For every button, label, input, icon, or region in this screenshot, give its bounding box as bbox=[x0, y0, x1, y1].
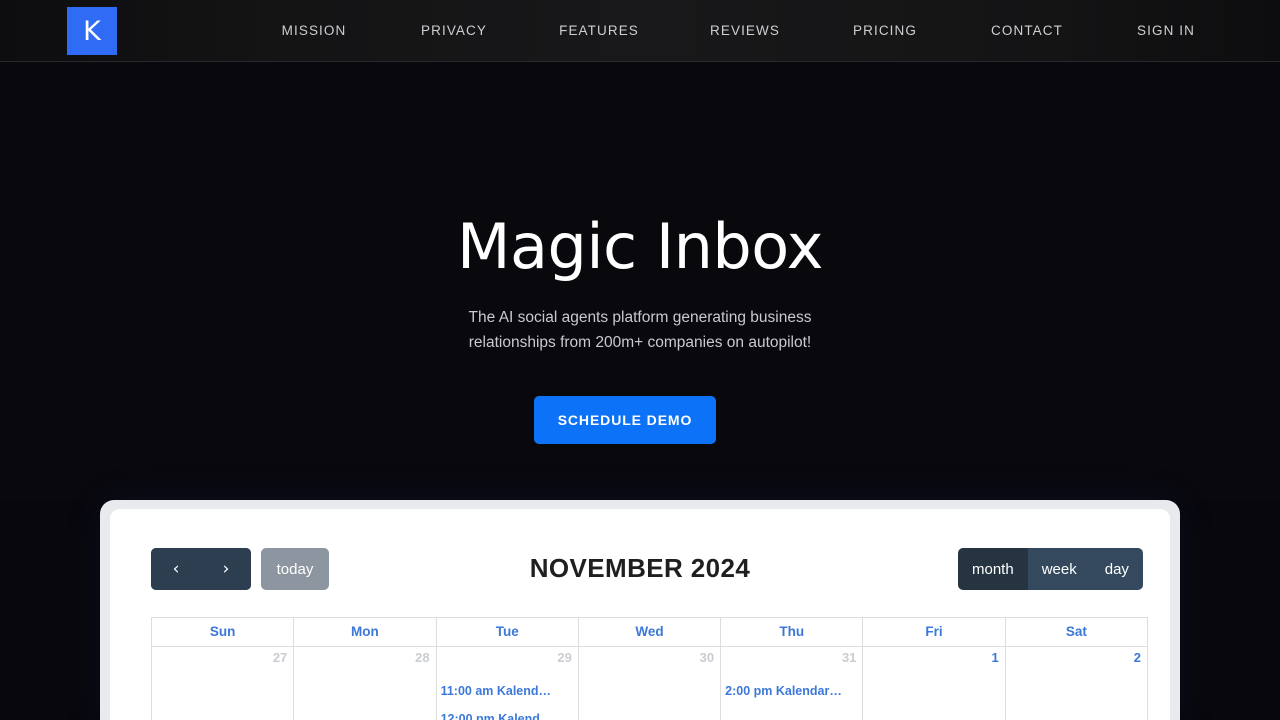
view-toggle-week[interactable]: week bbox=[1027, 548, 1091, 590]
hero-section: Magic Inbox The AI social agents platfor… bbox=[0, 62, 1280, 500]
calendar-widget: ‹ › today NOVEMBER 2024 month week day Sun… bbox=[110, 509, 1170, 720]
nav-link-sign-in[interactable]: SIGN IN bbox=[1106, 23, 1226, 38]
calendar-day-cell[interactable]: 2 bbox=[1006, 647, 1147, 720]
day-header-sat: Sat bbox=[1005, 618, 1147, 646]
day-events: 11:00 am Kalend… 12:00 pm Kalend… bbox=[437, 677, 578, 720]
calendar-event[interactable]: 12:00 pm Kalend… bbox=[437, 705, 578, 720]
calendar-card-outer: ‹ › today NOVEMBER 2024 month week day Sun… bbox=[100, 500, 1180, 720]
day-header-thu: Thu bbox=[721, 618, 864, 646]
day-number: 30 bbox=[699, 650, 715, 665]
calendar-day-header-row: Sun Mon Tue Wed Thu Fri Sat bbox=[151, 617, 1148, 646]
day-header-mon: Mon bbox=[294, 618, 437, 646]
day-number: 31 bbox=[841, 650, 857, 665]
calendar-event[interactable]: 2:00 pm Kalendar… bbox=[721, 677, 862, 705]
nav-link-mission[interactable]: MISSION bbox=[254, 23, 374, 38]
calendar-view-toggle-group: month week day bbox=[958, 548, 1143, 590]
day-number: 1 bbox=[991, 650, 999, 665]
calendar-event[interactable]: 11:00 am Kalend… bbox=[437, 677, 578, 705]
calendar-week-row: 27 28 29 11:00 am Kalend… 12:00 pm Kalend… 30… bbox=[151, 646, 1148, 720]
calendar-day-cell[interactable]: 27 bbox=[152, 647, 295, 720]
nav-link-contact[interactable]: CONTACT bbox=[967, 23, 1087, 38]
nav-link-privacy[interactable]: PRIVACY bbox=[394, 23, 514, 38]
page-title: Magic Inbox bbox=[456, 210, 824, 283]
day-number: 28 bbox=[415, 650, 430, 665]
day-number: 2 bbox=[1133, 650, 1141, 665]
calendar-day-cell[interactable]: 29 11:00 am Kalend… 12:00 pm Kalend… bbox=[437, 647, 579, 720]
logo-letter: K bbox=[83, 15, 101, 47]
calendar-toolbar: ‹ › today NOVEMBER 2024 month week day bbox=[110, 509, 1170, 609]
kalendar-logo[interactable]: K bbox=[67, 7, 117, 55]
nav-link-reviews[interactable]: REVIEWS bbox=[685, 23, 805, 38]
top-navigation-bar: K MISSION PRIVACY FEATURES REVIEWS PRICING CO… bbox=[0, 0, 1280, 62]
hero-subtitle-line-1: The AI social agents platform generating… bbox=[468, 309, 812, 326]
calendar-day-cell[interactable]: 30 bbox=[579, 647, 722, 720]
nav-link-features[interactable]: FEATURES bbox=[539, 23, 659, 38]
calendar-day-cell[interactable]: 28 bbox=[294, 647, 437, 720]
day-number: 27 bbox=[272, 650, 288, 665]
day-events: 2:00 pm Kalendar… bbox=[721, 677, 862, 705]
day-header-tue: Tue bbox=[436, 618, 579, 646]
calendar-grid: Sun Mon Tue Wed Thu Fri Sat 27 28 29 11:00 am Kal… bbox=[151, 617, 1148, 720]
view-toggle-month[interactable]: month bbox=[958, 548, 1028, 590]
calendar-day-cell[interactable]: 31 2:00 pm Kalendar… bbox=[721, 647, 864, 720]
nav-link-pricing[interactable]: PRICING bbox=[825, 23, 945, 38]
hero-subtitle-line-2: relationships from 200m+ companies on au… bbox=[468, 334, 812, 351]
day-header-wed: Wed bbox=[578, 618, 722, 646]
view-toggle-day[interactable]: day bbox=[1090, 548, 1143, 590]
page-root: K MISSION PRIVACY FEATURES REVIEWS PRICING CO… bbox=[0, 0, 1280, 720]
day-header-fri: Fri bbox=[863, 618, 1006, 646]
calendar-day-cell[interactable]: 1 bbox=[863, 647, 1006, 720]
day-number: 29 bbox=[557, 650, 572, 665]
day-header-sun: Sun bbox=[152, 618, 295, 646]
schedule-demo-button[interactable]: SCHEDULE DEMO bbox=[534, 396, 716, 444]
hero-subtitle: The AI social agents platform generating… bbox=[0, 305, 1280, 355]
